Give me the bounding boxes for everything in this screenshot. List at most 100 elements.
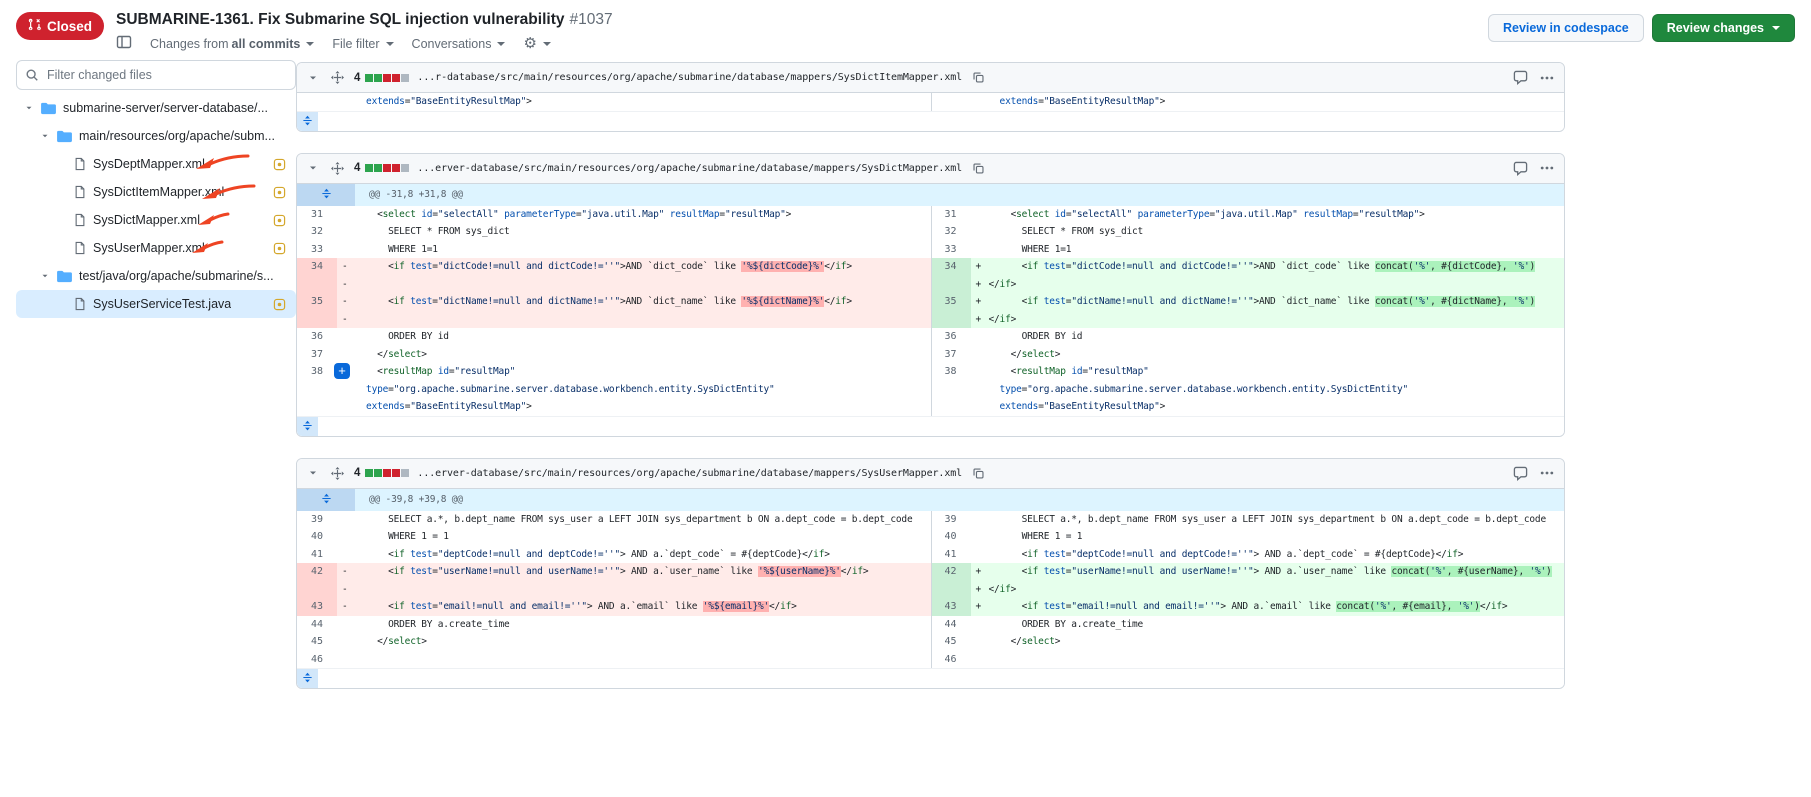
- file-filter-dropdown[interactable]: File filter: [332, 37, 393, 51]
- line-number[interactable]: 41: [931, 546, 971, 564]
- line-number[interactable]: 42: [297, 563, 337, 581]
- kebab-menu-icon[interactable]: [1538, 69, 1556, 87]
- collapse-file-chevron-icon[interactable]: [305, 465, 321, 481]
- changes-from-dropdown[interactable]: Changes from all commits: [150, 37, 314, 51]
- chevron-down-icon[interactable]: [40, 131, 50, 141]
- line-number[interactable]: [931, 381, 971, 399]
- file-icon: [74, 297, 86, 311]
- line-number[interactable]: 37: [931, 346, 971, 364]
- add-comment-button[interactable]: +: [334, 363, 350, 379]
- expand-hunk-button[interactable]: [297, 184, 355, 206]
- line-number[interactable]: 45: [931, 633, 971, 651]
- line-number[interactable]: 43: [931, 598, 971, 616]
- line-number[interactable]: [931, 398, 971, 416]
- file-tree-sidebar: submarine-server/server-database/... main…: [16, 56, 296, 318]
- line-number[interactable]: [297, 93, 337, 111]
- comment-icon[interactable]: [1511, 68, 1530, 87]
- copy-path-icon[interactable]: [970, 160, 987, 177]
- file-header: 4...erver-database/src/main/resources/or…: [297, 459, 1564, 489]
- kebab-menu-icon[interactable]: [1538, 464, 1556, 482]
- line-number[interactable]: 32: [931, 223, 971, 241]
- chevron-down-icon: [543, 42, 551, 46]
- line-number[interactable]: [297, 311, 337, 329]
- comment-icon[interactable]: [1511, 159, 1530, 178]
- tree-item-folder[interactable]: submarine-server/server-database/...: [16, 94, 296, 122]
- line-number[interactable]: 46: [297, 651, 337, 669]
- toggle-file-tree-button[interactable]: [116, 34, 132, 53]
- chevron-down-icon[interactable]: [40, 271, 50, 281]
- tree-item-folder[interactable]: test/java/org/apache/submarine/s...: [16, 262, 296, 290]
- tree-item-label: submarine-server/server-database/...: [63, 101, 268, 115]
- line-number[interactable]: 33: [297, 241, 337, 259]
- unfold-icon: [302, 114, 313, 129]
- line-number[interactable]: 37: [297, 346, 337, 364]
- tree-item-file[interactable]: SysDeptMapper.xml: [16, 150, 296, 178]
- line-number[interactable]: 46: [931, 651, 971, 669]
- line-number[interactable]: 41: [297, 546, 337, 564]
- drag-handle-icon[interactable]: [329, 69, 346, 86]
- line-number[interactable]: 31: [297, 206, 337, 224]
- file-icon: [74, 157, 86, 171]
- line-number[interactable]: 44: [931, 616, 971, 634]
- diffstat-block: [401, 74, 409, 82]
- tree-item-file[interactable]: SysDictMapper.xml: [16, 206, 296, 234]
- line-number[interactable]: [297, 381, 337, 399]
- drag-handle-icon[interactable]: [329, 160, 346, 177]
- line-number[interactable]: 32: [297, 223, 337, 241]
- tree-item-file[interactable]: SysUserServiceTest.java: [16, 290, 296, 318]
- line-number[interactable]: 42: [931, 563, 971, 581]
- line-number[interactable]: 36: [297, 328, 337, 346]
- line-number[interactable]: [931, 93, 971, 111]
- files-toolbar: Changes from all commits File filter Con…: [116, 34, 1488, 53]
- drag-handle-icon[interactable]: [329, 465, 346, 482]
- tree-item-file[interactable]: SysDictItemMapper.xml: [16, 178, 296, 206]
- comment-icon[interactable]: [1511, 464, 1530, 483]
- line-number[interactable]: 40: [931, 528, 971, 546]
- line-number[interactable]: 36: [931, 328, 971, 346]
- review-in-codespace-button[interactable]: Review in codespace: [1488, 14, 1644, 42]
- line-number[interactable]: 38: [297, 363, 337, 381]
- line-number[interactable]: 45: [297, 633, 337, 651]
- line-number[interactable]: 31: [931, 206, 971, 224]
- expand-diff-button[interactable]: [297, 669, 318, 688]
- line-number[interactable]: [297, 398, 337, 416]
- line-number[interactable]: 35: [297, 293, 337, 311]
- file-card: 4...erver-database/src/main/resources/or…: [296, 153, 1565, 437]
- review-changes-button[interactable]: Review changes: [1652, 14, 1795, 42]
- changed-text: '%${dictName}%': [741, 296, 824, 307]
- line-number[interactable]: 34: [931, 258, 971, 276]
- copy-path-icon[interactable]: [970, 465, 987, 482]
- line-number[interactable]: 39: [931, 511, 971, 529]
- diff-sign: +: [971, 581, 989, 599]
- chevron-down-icon: [497, 42, 505, 46]
- line-number[interactable]: 33: [931, 241, 971, 259]
- expand-diff-button[interactable]: [297, 112, 318, 131]
- line-number[interactable]: [931, 276, 971, 294]
- line-number[interactable]: 43: [297, 598, 337, 616]
- line-number[interactable]: [297, 276, 337, 294]
- line-number[interactable]: 35: [931, 293, 971, 311]
- diffstat-block: [374, 164, 382, 172]
- diff-settings-dropdown[interactable]: ⚙: [523, 37, 550, 51]
- collapse-file-chevron-icon[interactable]: [305, 160, 321, 176]
- line-number[interactable]: [297, 581, 337, 599]
- tree-item-file[interactable]: SysUserMapper.xml: [16, 234, 296, 262]
- collapse-file-chevron-icon[interactable]: [305, 70, 321, 86]
- line-number[interactable]: [931, 581, 971, 599]
- expand-hunk-button[interactable]: [297, 489, 355, 511]
- chevron-down-icon[interactable]: [24, 103, 34, 113]
- file-tree: submarine-server/server-database/... main…: [16, 94, 296, 318]
- line-number[interactable]: 38: [931, 363, 971, 381]
- line-number[interactable]: 44: [297, 616, 337, 634]
- filter-changed-files-input[interactable]: [16, 60, 296, 90]
- copy-path-icon[interactable]: [970, 69, 987, 86]
- line-number[interactable]: [931, 311, 971, 329]
- conversations-dropdown[interactable]: Conversations: [412, 37, 506, 51]
- line-number[interactable]: 34: [297, 258, 337, 276]
- tree-item-folder[interactable]: main/resources/org/apache/subm...: [16, 122, 296, 150]
- code-line: type="org.apache.submarine.server.databa…: [989, 381, 1565, 399]
- line-number[interactable]: 40: [297, 528, 337, 546]
- expand-diff-button[interactable]: [297, 417, 318, 436]
- line-number[interactable]: 39: [297, 511, 337, 529]
- kebab-menu-icon[interactable]: [1538, 159, 1556, 177]
